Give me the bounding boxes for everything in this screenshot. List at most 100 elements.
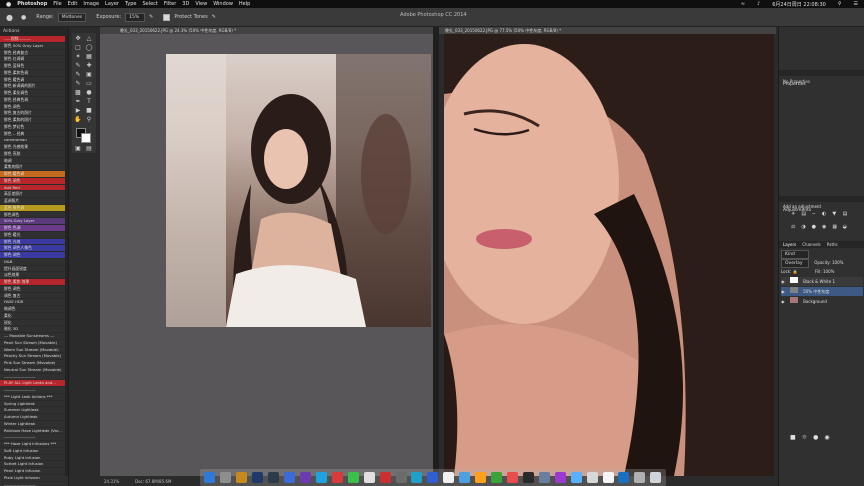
levels-icon[interactable]: ▤ (801, 211, 809, 222)
screen-mode-icon[interactable]: ▤ (85, 145, 93, 152)
downloads-icon[interactable] (634, 472, 646, 483)
invert-icon[interactable]: ◒ (843, 224, 851, 235)
app-icon[interactable] (379, 472, 391, 483)
move-tool-icon[interactable]: ✥ (74, 35, 82, 42)
history-brush-icon[interactable]: ✎ (74, 80, 82, 87)
layer-name[interactable]: Background (803, 299, 827, 304)
action-item[interactable]: 50% Grey Layer (0, 218, 68, 225)
action-item[interactable]: 鲜色 调色人像色 (0, 245, 68, 252)
action-item[interactable]: ----------------------- (0, 374, 68, 381)
app-icon[interactable] (586, 472, 598, 483)
layer-name[interactable]: 50% 中性灰度 (803, 289, 829, 294)
action-item[interactable]: Summer Lightleak (0, 407, 68, 414)
action-item[interactable]: 鲜色 柔化调色 (0, 90, 68, 97)
app-icon[interactable] (315, 472, 327, 483)
action-item[interactable]: 暗调色 (0, 306, 68, 313)
action-item[interactable]: 提升画面锐度 (0, 266, 68, 273)
action-item[interactable]: Pearl Sun Stream (Movable) (0, 340, 68, 347)
action-item[interactable]: Add Red (0, 184, 68, 192)
curves-icon[interactable]: ∽ (812, 211, 820, 222)
launchpad-icon[interactable] (220, 472, 232, 483)
action-item[interactable]: 鲜色 亮肤 (0, 151, 68, 158)
menu-image[interactable]: Image (83, 1, 99, 7)
action-item[interactable]: 鲜色 新调调的照片 (0, 83, 68, 90)
tool-preset-icon[interactable]: ● (6, 13, 13, 22)
action-item[interactable]: 鲜色 调色 (0, 252, 68, 259)
layer-row[interactable]: ◉ Background (781, 297, 863, 306)
action-item[interactable]: *** Haze Light Infusions *** (0, 441, 68, 448)
menu-list-icon[interactable]: ☰ (854, 1, 858, 8)
app-icon[interactable] (363, 472, 375, 483)
wifi-icon[interactable]: ≈ (741, 1, 745, 8)
pen-tool-icon[interactable]: ✒ (74, 98, 82, 105)
action-item[interactable]: *** Light Leak Actions *** (0, 394, 68, 401)
menu-edit[interactable]: Edit (68, 1, 78, 7)
action-item[interactable]: 鲜色 暖色调 (0, 171, 68, 178)
menu-view[interactable]: View (195, 1, 207, 7)
action-item[interactable]: 鲜色 复古的照片 (0, 110, 68, 117)
menu-filter[interactable]: Filter (164, 1, 176, 7)
path-select-tool-icon[interactable]: ▶ (74, 107, 82, 114)
action-item[interactable]: PLAY ALL Light Leaks and... (0, 380, 68, 387)
action-item[interactable]: ----------------------- (0, 434, 68, 441)
action-item[interactable]: Peachy Sun Stream (Movable) (0, 353, 68, 360)
airbrush-icon[interactable]: ✎ (149, 14, 153, 20)
range-select[interactable]: Midtones (57, 12, 87, 22)
layer-name[interactable]: Black & White 1 (803, 279, 835, 284)
tab-layers[interactable]: Layers (783, 241, 796, 248)
left-document-tab[interactable]: 晚礼_033_20150622.JPG @ 24.3% (50% 中性灰度, R… (100, 27, 433, 34)
app-icon[interactable] (395, 472, 407, 483)
app-icon[interactable] (491, 472, 503, 483)
app-icon[interactable] (475, 472, 487, 483)
action-item[interactable]: 鲜色 经典复古 (0, 50, 68, 57)
app-icon[interactable] (570, 472, 582, 483)
trash-icon[interactable] (650, 472, 662, 483)
eyedropper-tool-icon[interactable]: ✎ (74, 62, 82, 69)
action-item[interactable]: Pearl Light Infusion (0, 468, 68, 475)
search-icon[interactable]: ⚲ (838, 1, 842, 8)
action-item[interactable]: 鲜色 光效 (0, 238, 68, 246)
menu-file[interactable]: File (53, 1, 61, 7)
shape-tool-icon[interactable]: ■ (85, 107, 93, 114)
marquee-tool-icon[interactable]: □ (74, 44, 82, 51)
action-item[interactable]: 鲜色 光感效果 (0, 144, 68, 151)
photo-filter-icon[interactable]: ● (812, 224, 820, 235)
menu-window[interactable]: Window (213, 1, 233, 7)
nav-icon-3[interactable]: ● (813, 434, 818, 441)
hue-icon[interactable]: ▤ (843, 211, 851, 222)
layer-row[interactable]: ◉ 50% 中性灰度 (781, 287, 863, 296)
action-item[interactable]: 鲜色 调色 (0, 177, 68, 185)
menu-select[interactable]: Select (142, 1, 157, 7)
protect-tones-label[interactable]: Protect Tones (174, 14, 207, 20)
nav-icon-1[interactable]: ■ (790, 434, 796, 441)
eraser-tool-icon[interactable]: ▭ (85, 80, 93, 87)
app-menu[interactable]: Photoshop (17, 1, 47, 7)
action-item[interactable]: 鲜色 调色 (0, 104, 68, 111)
document-split-divider[interactable] (433, 27, 439, 476)
apple-icon[interactable]: ● (6, 1, 11, 8)
action-item[interactable]: Spring Lightleak (0, 401, 68, 408)
vibrance-icon[interactable]: ▼ (832, 211, 840, 222)
protect-tones-checkbox[interactable] (163, 13, 171, 21)
menu-3d[interactable]: 3D (182, 1, 189, 7)
visibility-eye-icon[interactable]: ◉ (781, 279, 785, 284)
action-item[interactable]: 鲜色 调色 (0, 286, 68, 293)
tab-channels[interactable]: Channels (802, 241, 821, 248)
action-item[interactable]: ----------------------- (0, 387, 68, 394)
app-icon[interactable] (522, 472, 534, 483)
action-item[interactable]: 鲜色 经典色调 (0, 97, 68, 104)
type-tool-icon[interactable]: T (85, 98, 93, 105)
action-item[interactable]: ----------------------- (0, 482, 68, 486)
finder-icon[interactable] (204, 472, 216, 483)
brush-size-icon[interactable]: ● (21, 14, 26, 21)
action-item[interactable]: FADE HDR (0, 299, 68, 306)
volume-icon[interactable]: ♪ (757, 1, 760, 8)
action-item[interactable]: Neutral Sun Stream (Movable) (0, 367, 68, 374)
bridge-icon[interactable] (236, 472, 248, 483)
action-item[interactable]: D&B (0, 259, 68, 266)
action-item[interactable]: Pixie Light Infusion (0, 475, 68, 482)
action-item[interactable]: Pink Sun Stream (Movable) (0, 360, 68, 367)
artboard-tool-icon[interactable]: △ (85, 35, 93, 42)
action-item[interactable]: 鲜色 50% Gray Layer (0, 43, 68, 50)
menu-layer[interactable]: Layer (105, 1, 119, 7)
